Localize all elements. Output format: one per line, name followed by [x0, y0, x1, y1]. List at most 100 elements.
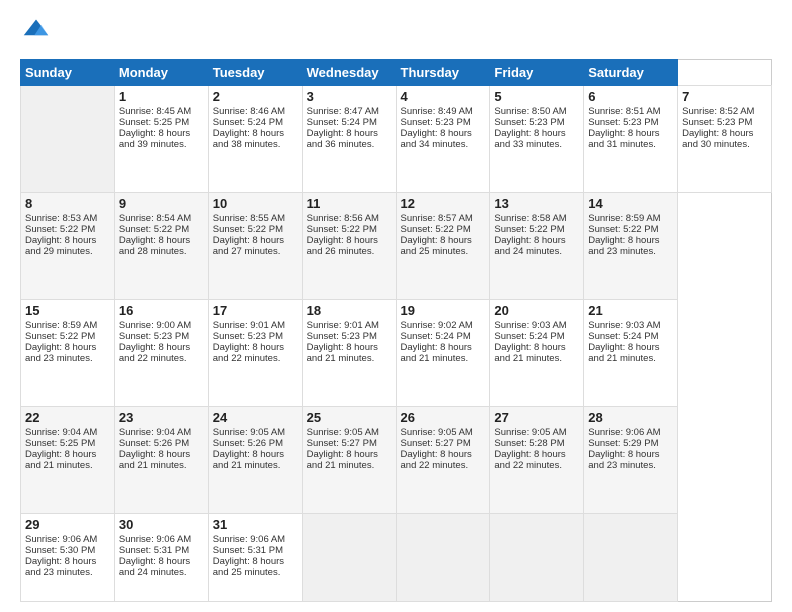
day-number: 8	[25, 196, 110, 211]
daylight-label: Daylight: 8 hours and 25 minutes.	[401, 235, 472, 257]
sunrise-label: Sunrise: 8:58 AM	[494, 213, 566, 224]
col-header-monday: Monday	[114, 60, 208, 86]
calendar-cell	[584, 513, 678, 601]
sunset-label: Sunset: 5:22 PM	[25, 331, 95, 342]
sunrise-label: Sunrise: 9:06 AM	[119, 534, 191, 545]
sunrise-label: Sunrise: 8:46 AM	[213, 106, 285, 117]
calendar-cell: 10 Sunrise: 8:55 AM Sunset: 5:22 PM Dayl…	[208, 192, 302, 299]
daylight-label: Daylight: 8 hours and 39 minutes.	[119, 128, 190, 150]
sunset-label: Sunset: 5:23 PM	[401, 117, 471, 128]
sunrise-label: Sunrise: 9:05 AM	[307, 427, 379, 438]
day-number: 24	[213, 410, 298, 425]
day-number: 2	[213, 89, 298, 104]
calendar-cell: 3 Sunrise: 8:47 AM Sunset: 5:24 PM Dayli…	[302, 86, 396, 193]
day-number: 25	[307, 410, 392, 425]
sunset-label: Sunset: 5:23 PM	[213, 331, 283, 342]
col-header-tuesday: Tuesday	[208, 60, 302, 86]
day-number: 13	[494, 196, 579, 211]
calendar-cell: 8 Sunrise: 8:53 AM Sunset: 5:22 PM Dayli…	[21, 192, 115, 299]
daylight-label: Daylight: 8 hours and 23 minutes.	[25, 342, 96, 364]
sunrise-label: Sunrise: 8:56 AM	[307, 213, 379, 224]
calendar-cell: 25 Sunrise: 9:05 AM Sunset: 5:27 PM Dayl…	[302, 406, 396, 513]
sunrise-label: Sunrise: 9:05 AM	[401, 427, 473, 438]
day-number: 6	[588, 89, 673, 104]
day-number: 18	[307, 303, 392, 318]
daylight-label: Daylight: 8 hours and 36 minutes.	[307, 128, 378, 150]
day-number: 17	[213, 303, 298, 318]
day-number: 28	[588, 410, 673, 425]
calendar-cell: 23 Sunrise: 9:04 AM Sunset: 5:26 PM Dayl…	[114, 406, 208, 513]
sunrise-label: Sunrise: 8:47 AM	[307, 106, 379, 117]
day-number: 22	[25, 410, 110, 425]
daylight-label: Daylight: 8 hours and 33 minutes.	[494, 128, 565, 150]
calendar-cell: 13 Sunrise: 8:58 AM Sunset: 5:22 PM Dayl…	[490, 192, 584, 299]
col-header-sunday: Sunday	[21, 60, 115, 86]
sunset-label: Sunset: 5:31 PM	[119, 545, 189, 556]
day-number: 1	[119, 89, 204, 104]
day-number: 27	[494, 410, 579, 425]
day-number: 4	[401, 89, 486, 104]
day-number: 5	[494, 89, 579, 104]
calendar-week-2: 8 Sunrise: 8:53 AM Sunset: 5:22 PM Dayli…	[21, 192, 772, 299]
day-number: 31	[213, 517, 298, 532]
sunrise-label: Sunrise: 9:06 AM	[25, 534, 97, 545]
sunrise-label: Sunrise: 9:01 AM	[307, 320, 379, 331]
col-header-friday: Friday	[490, 60, 584, 86]
sunrise-label: Sunrise: 9:03 AM	[494, 320, 566, 331]
calendar-cell: 31 Sunrise: 9:06 AM Sunset: 5:31 PM Dayl…	[208, 513, 302, 601]
calendar-cell: 16 Sunrise: 9:00 AM Sunset: 5:23 PM Dayl…	[114, 299, 208, 406]
daylight-label: Daylight: 8 hours and 29 minutes.	[25, 235, 96, 257]
calendar-week-4: 22 Sunrise: 9:04 AM Sunset: 5:25 PM Dayl…	[21, 406, 772, 513]
daylight-label: Daylight: 8 hours and 21 minutes.	[119, 449, 190, 471]
sunset-label: Sunset: 5:27 PM	[401, 438, 471, 449]
daylight-label: Daylight: 8 hours and 21 minutes.	[401, 342, 472, 364]
day-number: 12	[401, 196, 486, 211]
sunset-label: Sunset: 5:23 PM	[119, 331, 189, 342]
calendar-cell: 30 Sunrise: 9:06 AM Sunset: 5:31 PM Dayl…	[114, 513, 208, 601]
calendar-cell	[21, 86, 115, 193]
sunrise-label: Sunrise: 9:05 AM	[213, 427, 285, 438]
sunset-label: Sunset: 5:30 PM	[25, 545, 95, 556]
sunset-label: Sunset: 5:26 PM	[119, 438, 189, 449]
calendar-cell: 17 Sunrise: 9:01 AM Sunset: 5:23 PM Dayl…	[208, 299, 302, 406]
calendar-cell: 22 Sunrise: 9:04 AM Sunset: 5:25 PM Dayl…	[21, 406, 115, 513]
day-number: 29	[25, 517, 110, 532]
sunset-label: Sunset: 5:23 PM	[494, 117, 564, 128]
sunset-label: Sunset: 5:23 PM	[588, 117, 658, 128]
day-number: 20	[494, 303, 579, 318]
day-number: 7	[682, 89, 767, 104]
sunrise-label: Sunrise: 8:53 AM	[25, 213, 97, 224]
sunset-label: Sunset: 5:29 PM	[588, 438, 658, 449]
sunrise-label: Sunrise: 8:59 AM	[588, 213, 660, 224]
sunrise-label: Sunrise: 8:59 AM	[25, 320, 97, 331]
day-number: 10	[213, 196, 298, 211]
calendar-week-3: 15 Sunrise: 8:59 AM Sunset: 5:22 PM Dayl…	[21, 299, 772, 406]
sunset-label: Sunset: 5:24 PM	[307, 117, 377, 128]
sunset-label: Sunset: 5:24 PM	[588, 331, 658, 342]
sunrise-label: Sunrise: 9:06 AM	[588, 427, 660, 438]
daylight-label: Daylight: 8 hours and 21 minutes.	[25, 449, 96, 471]
calendar-cell: 11 Sunrise: 8:56 AM Sunset: 5:22 PM Dayl…	[302, 192, 396, 299]
page: SundayMondayTuesdayWednesdayThursdayFrid…	[0, 0, 792, 612]
daylight-label: Daylight: 8 hours and 21 minutes.	[213, 449, 284, 471]
sunrise-label: Sunrise: 8:45 AM	[119, 106, 191, 117]
calendar-cell: 5 Sunrise: 8:50 AM Sunset: 5:23 PM Dayli…	[490, 86, 584, 193]
sunset-label: Sunset: 5:22 PM	[25, 224, 95, 235]
day-number: 15	[25, 303, 110, 318]
daylight-label: Daylight: 8 hours and 23 minutes.	[588, 235, 659, 257]
day-number: 23	[119, 410, 204, 425]
col-header-thursday: Thursday	[396, 60, 490, 86]
day-number: 16	[119, 303, 204, 318]
calendar-cell	[396, 513, 490, 601]
daylight-label: Daylight: 8 hours and 38 minutes.	[213, 128, 284, 150]
daylight-label: Daylight: 8 hours and 31 minutes.	[588, 128, 659, 150]
sunrise-label: Sunrise: 9:02 AM	[401, 320, 473, 331]
calendar-cell: 19 Sunrise: 9:02 AM Sunset: 5:24 PM Dayl…	[396, 299, 490, 406]
calendar-cell: 28 Sunrise: 9:06 AM Sunset: 5:29 PM Dayl…	[584, 406, 678, 513]
calendar-cell: 12 Sunrise: 8:57 AM Sunset: 5:22 PM Dayl…	[396, 192, 490, 299]
calendar-header-row: SundayMondayTuesdayWednesdayThursdayFrid…	[21, 60, 772, 86]
sunset-label: Sunset: 5:22 PM	[494, 224, 564, 235]
sunset-label: Sunset: 5:22 PM	[307, 224, 377, 235]
col-header-wednesday: Wednesday	[302, 60, 396, 86]
calendar-cell	[490, 513, 584, 601]
